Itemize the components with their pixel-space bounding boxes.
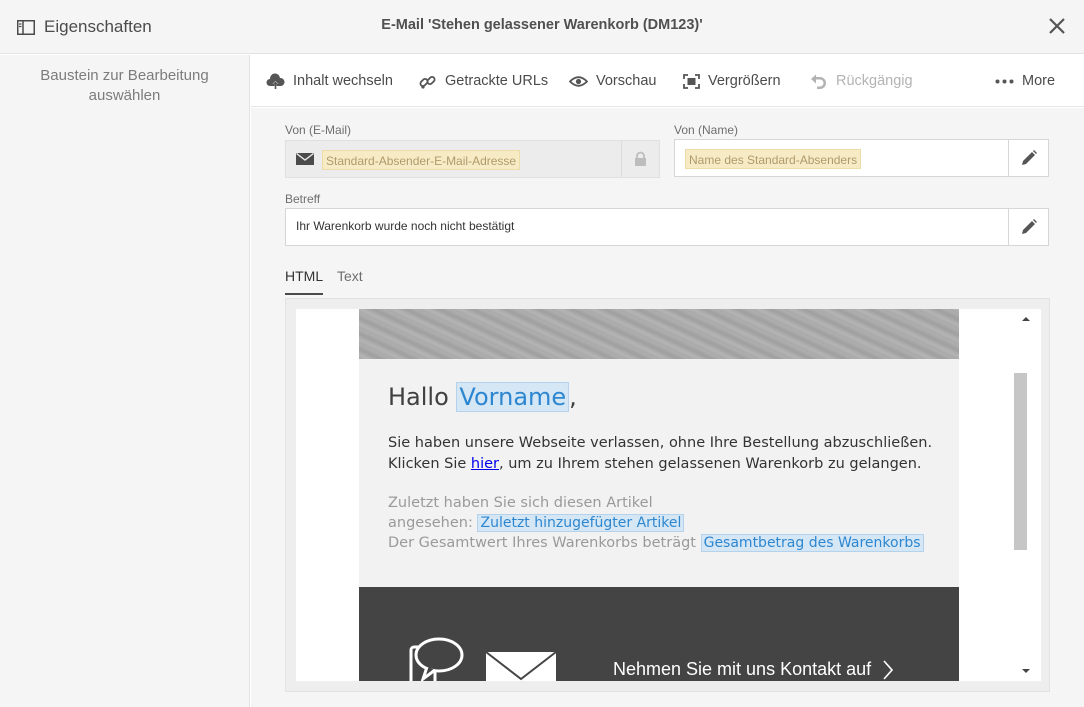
- firstname-token[interactable]: Vorname: [456, 382, 570, 412]
- cart-link[interactable]: hier: [471, 456, 499, 472]
- contact-us-label: Nehmen Sie mit uns Kontakt auf: [613, 659, 872, 679]
- subject-label: Betreff: [285, 192, 321, 206]
- email-template: Hallo Vorname, Sie haben unsere Webseite…: [359, 309, 959, 681]
- last-item-token[interactable]: Zuletzt hinzugefügter Artikel: [477, 514, 685, 532]
- pencil-icon: [1021, 219, 1037, 234]
- envelope-icon: [296, 153, 314, 165]
- from-name-field[interactable]: Name des Standard-Absenders: [674, 139, 1049, 177]
- intro-paragraph: Sie haben unsere Webseite verlassen, ohn…: [388, 433, 938, 475]
- intro-line-1: Sie haben unsere Webseite verlassen, ohn…: [388, 435, 933, 451]
- tracked-urls-button[interactable]: Getrackte URLs: [418, 71, 548, 91]
- tab-html[interactable]: HTML: [285, 268, 324, 295]
- email-preview-canvas: Hallo Vorname, Sie haben unsere Webseite…: [296, 309, 1011, 681]
- viewed-line-2: angesehen:: [388, 515, 478, 531]
- change-content-label: Inhalt wechseln: [293, 73, 393, 89]
- properties-panel: Baustein zur Bearbeitung auswählen: [0, 55, 250, 707]
- chevron-right-icon: [883, 659, 894, 680]
- preview-label: Vorschau: [596, 73, 657, 89]
- link-icon: [419, 75, 436, 89]
- lock-box: [621, 141, 659, 177]
- email-preview-frame: Hallo Vorname, Sie haben unsere Webseite…: [285, 298, 1050, 692]
- scroll-down-icon[interactable]: [1020, 665, 1032, 677]
- properties-label: Eigenschaften: [44, 17, 152, 36]
- lock-icon: [635, 151, 646, 166]
- header-bar: Eigenschaften E-Mail 'Stehen gelassener …: [0, 0, 1084, 54]
- page-title: E-Mail 'Stehen gelassener Warenkorb (DM1…: [381, 17, 703, 33]
- close-button[interactable]: [1047, 16, 1067, 36]
- tab-text[interactable]: Text: [337, 268, 363, 293]
- expand-icon: [683, 73, 700, 89]
- eye-icon: [569, 75, 588, 87]
- enlarge-label: Vergrößern: [708, 73, 781, 89]
- pencil-icon: [1021, 150, 1037, 165]
- viewed-line-1: Zuletzt haben Sie sich diesen Artikel: [388, 495, 653, 511]
- chat-phone-icon: [409, 637, 464, 681]
- scrollbar-thumb[interactable]: [1014, 373, 1027, 550]
- more-button[interactable]: More: [995, 71, 1055, 91]
- email-editor: Von (E-Mail) Standard-Absender-E-Mail-Ad…: [251, 108, 1084, 707]
- close-icon: [1049, 18, 1065, 34]
- undo-button[interactable]: Rückgängig: [809, 71, 913, 91]
- intro-line-2-before: Klicken Sie: [388, 456, 471, 472]
- from-name-label: Von (Name): [674, 123, 739, 137]
- editor-toolbar: Inhalt wechseln Getrackte URLs Vorschau …: [251, 55, 1084, 107]
- from-name-placeholder: Name des Standard-Absenders: [685, 149, 862, 169]
- total-text: Der Gesamtwert Ihres Warenkorbs beträgt: [388, 535, 701, 551]
- change-content-button[interactable]: Inhalt wechseln: [266, 71, 393, 91]
- cart-total-token[interactable]: Gesamtbetrag des Warenkorbs: [700, 534, 924, 552]
- scroll-up-icon[interactable]: [1020, 313, 1032, 325]
- subject-edit-button[interactable]: [1008, 209, 1048, 245]
- email-body-block[interactable]: Hallo Vorname, Sie haben unsere Webseite…: [359, 359, 959, 587]
- envelope-icon: [485, 651, 557, 681]
- preview-scrollbar[interactable]: [1011, 309, 1041, 681]
- enlarge-button[interactable]: Vergrößern: [683, 71, 781, 91]
- more-label: More: [1022, 73, 1056, 89]
- more-dots-icon: [995, 79, 1014, 83]
- select-block-hint: Baustein zur Bearbeitung auswählen: [40, 67, 209, 104]
- subject-field[interactable]: Ihr Warenkorb wurde noch nicht bestätigt: [285, 208, 1049, 246]
- from-email-field: Standard-Absender-E-Mail-Adresse: [285, 140, 660, 178]
- preview-button[interactable]: Vorschau: [569, 71, 656, 91]
- email-footer-block[interactable]: Nehmen Sie mit uns Kontakt auf: [359, 587, 959, 681]
- cart-summary-paragraph: Zuletzt haben Sie sich diesen Artikel an…: [388, 493, 938, 553]
- undo-icon: [811, 74, 826, 89]
- greeting-text: Hallo: [388, 383, 449, 411]
- from-email-label: Von (E-Mail): [285, 123, 352, 137]
- from-email-placeholder: Standard-Absender-E-Mail-Adresse: [322, 150, 521, 170]
- undo-label: Rückgängig: [836, 73, 913, 89]
- from-name-edit-button[interactable]: [1008, 140, 1048, 176]
- greeting-comma: ,: [569, 383, 577, 411]
- tracked-urls-label: Getrackte URLs: [445, 73, 549, 89]
- panel-icon: [17, 19, 35, 35]
- cloud-upload-icon: [266, 72, 285, 89]
- greeting: Hallo Vorname,: [388, 382, 577, 412]
- contact-us-link[interactable]: Nehmen Sie mit uns Kontakt auf: [613, 659, 894, 680]
- intro-line-2-after: , um zu Ihrem stehen gelassenen Warenkor…: [499, 456, 922, 472]
- subject-value: Ihr Warenkorb wurde noch nicht bestätigt: [296, 219, 515, 233]
- properties-toggle-button[interactable]: Eigenschaften: [17, 15, 152, 39]
- email-header-banner[interactable]: [359, 309, 959, 359]
